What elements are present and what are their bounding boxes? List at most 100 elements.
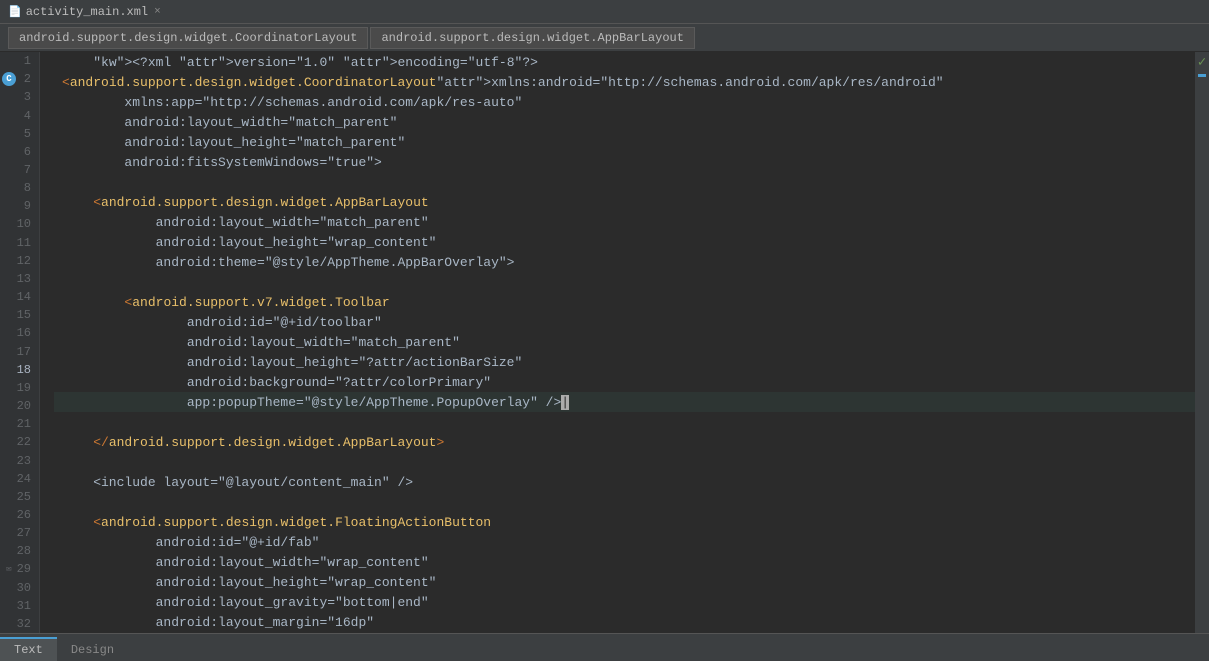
breadcrumb-appbarlayout[interactable]: android.support.design.widget.AppBarLayo…	[370, 27, 694, 49]
line-number: 11	[0, 234, 39, 252]
fold-indicator	[40, 412, 54, 432]
file-tab[interactable]: activity_main.xml	[26, 5, 148, 19]
bottom-tabs: Text Design	[0, 633, 1209, 661]
code-line: android:layout_height="wrap_content"	[54, 232, 1195, 252]
file-icon: 📄	[8, 5, 22, 19]
line-number: 27	[0, 524, 39, 542]
tab-design[interactable]: Design	[57, 637, 128, 661]
breadcrumb-bar: android.support.design.widget.Coordinato…	[0, 24, 1209, 52]
line-number: 17	[0, 343, 39, 361]
fold-indicator	[40, 212, 54, 232]
line-number: 4	[0, 106, 39, 124]
fold-indicator	[40, 532, 54, 552]
fold-indicator	[40, 472, 54, 492]
code-line	[54, 172, 1195, 192]
fold-gutter	[40, 52, 54, 633]
close-tab-button[interactable]: ×	[154, 6, 161, 18]
line-number: 7	[0, 161, 39, 179]
code-line: android:layout_height="match_parent"	[54, 132, 1195, 152]
fold-indicator	[40, 172, 54, 192]
fold-indicator	[40, 312, 54, 332]
breadcrumb-coordinator[interactable]: android.support.design.widget.Coordinato…	[8, 27, 368, 49]
code-line: android:layout_gravity="bottom|end"	[54, 592, 1195, 612]
fold-indicator	[40, 72, 54, 92]
line-number: 31	[0, 597, 39, 615]
code-line: android:layout_height="wrap_content"	[54, 572, 1195, 592]
scroll-position-indicator	[1198, 74, 1206, 77]
code-line: android:layout_width="match_parent"	[54, 332, 1195, 352]
code-line: <android.support.design.widget.FloatingA…	[54, 512, 1195, 532]
code-line	[54, 492, 1195, 512]
code-line: xmlns:app="http://schemas.android.com/ap…	[54, 92, 1195, 112]
right-gutter: ✓	[1195, 52, 1209, 633]
fold-indicator	[40, 292, 54, 312]
line-number: 30	[0, 579, 39, 597]
text-cursor: |	[561, 395, 569, 410]
code-line: android:theme="@style/AppTheme.AppBarOve…	[54, 252, 1195, 272]
tab-text[interactable]: Text	[0, 637, 57, 661]
line-number: 6	[0, 143, 39, 161]
fold-indicator	[40, 392, 54, 412]
email-icon: ✉	[2, 562, 16, 576]
code-line: "kw"><?xml "attr">version="1.0" "attr">e…	[54, 52, 1195, 72]
line-number: 12	[0, 252, 39, 270]
fold-indicator	[40, 192, 54, 212]
fold-indicator	[40, 332, 54, 352]
code-line: android:layout_margin="16dp"	[54, 612, 1195, 632]
code-line	[54, 412, 1195, 432]
code-line	[54, 272, 1195, 292]
line-number: ✉29	[0, 560, 39, 578]
fold-indicator	[40, 132, 54, 152]
code-line: android:background="?attr/colorPrimary"	[54, 372, 1195, 392]
line-number: C2	[0, 70, 39, 88]
code-editor[interactable]: "kw"><?xml "attr">version="1.0" "attr">e…	[54, 52, 1195, 633]
line-number: 19	[0, 379, 39, 397]
title-bar: 📄 activity_main.xml ×	[0, 0, 1209, 24]
code-line: android:id="@+id/fab"	[54, 532, 1195, 552]
line-number: 10	[0, 215, 39, 233]
code-line: android:layout_width="match_parent"	[54, 212, 1195, 232]
line-number: 23	[0, 451, 39, 469]
code-line: <android.support.design.widget.AppBarLay…	[54, 192, 1195, 212]
line-number: 13	[0, 270, 39, 288]
code-line: android:layout_height="?attr/actionBarSi…	[54, 352, 1195, 372]
line-number: 1	[0, 52, 39, 70]
fold-indicator	[40, 112, 54, 132]
line-number-gutter: 1C23456789101112131415161718192021222324…	[0, 52, 40, 633]
code-line: android:layout_width="match_parent"	[54, 112, 1195, 132]
fold-indicator	[40, 152, 54, 172]
editor-container: 1C23456789101112131415161718192021222324…	[0, 52, 1209, 633]
line-number: 5	[0, 125, 39, 143]
fold-indicator	[40, 592, 54, 612]
code-line: <include layout="@layout/content_main" /…	[54, 472, 1195, 492]
line-number: 32	[0, 615, 39, 633]
validation-checkmark: ✓	[1196, 52, 1208, 73]
code-line: android:src="@android:drawable/ic_dialog…	[54, 632, 1195, 633]
c-indicator: C	[2, 72, 16, 86]
line-number: 16	[0, 324, 39, 342]
fold-indicator	[40, 232, 54, 252]
code-line: app:popupTheme="@style/AppTheme.PopupOve…	[54, 392, 1195, 412]
line-number: 9	[0, 197, 39, 215]
code-line: <android.support.v7.widget.Toolbar	[54, 292, 1195, 312]
code-line: </android.support.design.widget.AppBarLa…	[54, 432, 1195, 452]
line-number: 22	[0, 433, 39, 451]
line-number: 14	[0, 288, 39, 306]
fold-indicator	[40, 352, 54, 372]
line-number: 15	[0, 306, 39, 324]
line-number: 18	[0, 361, 39, 379]
line-number: 24	[0, 470, 39, 488]
code-line: <android.support.design.widget.Coordinat…	[54, 72, 1195, 92]
fold-indicator	[40, 452, 54, 472]
line-number: 20	[0, 397, 39, 415]
code-line: android:layout_width="wrap_content"	[54, 552, 1195, 572]
fold-indicator	[40, 632, 54, 633]
fold-indicator	[40, 612, 54, 632]
fold-indicator	[40, 272, 54, 292]
fold-indicator	[40, 512, 54, 532]
fold-indicator	[40, 492, 54, 512]
line-number: 21	[0, 415, 39, 433]
line-number: 3	[0, 88, 39, 106]
line-number: 28	[0, 542, 39, 560]
fold-indicator	[40, 432, 54, 452]
